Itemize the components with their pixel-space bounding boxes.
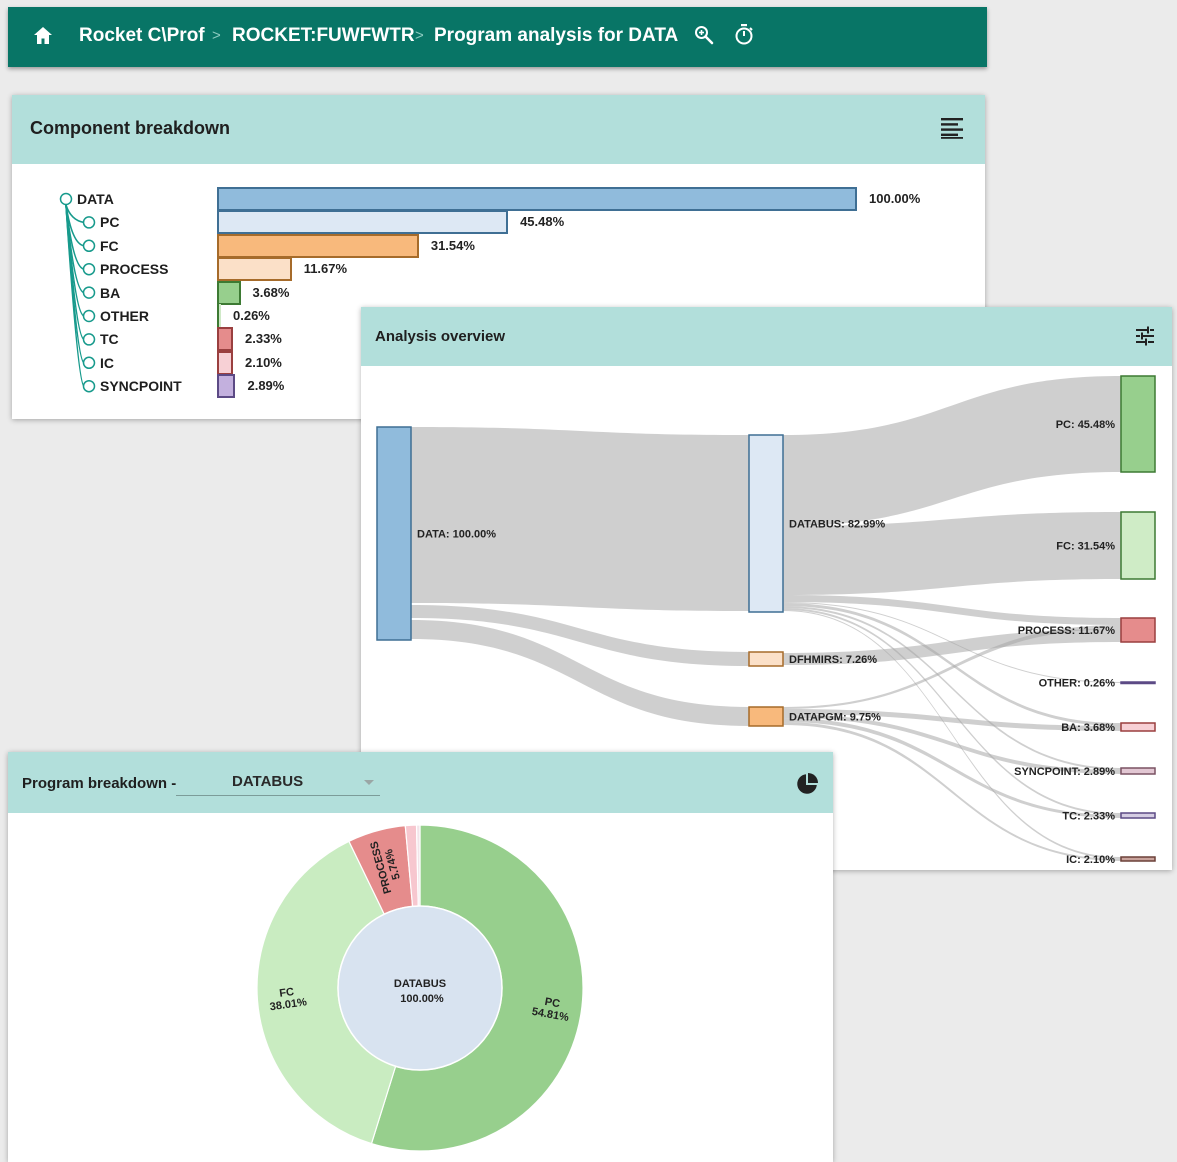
sankey-node-label: SYNCPOINT: 2.89% [1014, 766, 1115, 778]
tree-node-toggle[interactable] [59, 192, 73, 206]
sankey-node-label: DATAPGM: 9.75% [789, 712, 881, 724]
tree-node-toggle[interactable] [82, 216, 96, 229]
sankey-node[interactable] [1120, 681, 1156, 685]
search-zoom-icon[interactable] [694, 25, 714, 45]
component-bar-value: 100.00% [869, 191, 921, 206]
sankey-node[interactable] [748, 651, 784, 667]
sankey-node-label: OTHER: 0.26% [1039, 678, 1116, 690]
sankey-node-label: PC: 45.48% [1056, 419, 1116, 431]
sankey-node[interactable] [748, 434, 784, 613]
stopwatch-icon[interactable] [734, 23, 754, 46]
component-bar[interactable] [217, 280, 241, 305]
donut-center-name: DATABUS [394, 978, 446, 990]
component-bar[interactable] [217, 350, 233, 375]
home-icon[interactable] [33, 26, 53, 45]
tree-node-label[interactable]: BA [100, 285, 120, 301]
breadcrumb-item-root[interactable]: Rocket C\Prof [79, 7, 205, 65]
component-bar[interactable] [217, 374, 236, 399]
panel-header: Analysis overview [361, 307, 1172, 366]
tree-node-toggle[interactable] [82, 309, 96, 323]
align-list-icon[interactable] [940, 117, 964, 139]
tree-node-label[interactable]: PROCESS [100, 261, 168, 277]
tree-node-label[interactable]: PC [100, 214, 119, 230]
component-bar[interactable] [217, 210, 509, 235]
sankey-node[interactable] [1120, 617, 1156, 643]
sankey-node[interactable] [1120, 767, 1156, 775]
sankey-link[interactable] [783, 376, 1121, 526]
tree-node-toggle[interactable] [82, 262, 96, 276]
program-breakdown-panel: Program breakdown - DATABUS PC 54.81% FC 38… [8, 752, 833, 1162]
sankey-node-label: PROCESS: 11.67% [1018, 625, 1115, 637]
component-bar[interactable] [217, 187, 857, 211]
component-bar[interactable] [217, 304, 221, 328]
component-bar[interactable] [217, 233, 419, 258]
tree-node-label[interactable]: OTHER [100, 308, 149, 324]
component-bar-value: 2.10% [245, 354, 282, 370]
sankey-node-label: DATABUS: 82.99% [789, 519, 885, 531]
breadcrumb-separator: > [415, 27, 424, 44]
component-bar-value: 45.48% [520, 214, 565, 230]
pie-chart-icon[interactable] [796, 773, 818, 795]
chevron-down-icon [364, 780, 374, 785]
sankey-node-label: FC: 31.54% [1056, 541, 1115, 553]
tree-node-toggle[interactable] [82, 239, 96, 253]
tree-node-label[interactable]: SYNCPOINT [100, 378, 182, 394]
component-bar-value: 2.89% [247, 378, 285, 394]
sankey-node[interactable] [1120, 722, 1156, 732]
tree-node-label[interactable]: IC [100, 355, 114, 371]
sankey-node-label: TC: 2.33% [1062, 811, 1115, 823]
sankey-node[interactable] [1120, 375, 1156, 473]
tree-node-toggle[interactable] [82, 286, 96, 299]
sankey-node[interactable] [1120, 511, 1156, 580]
tree-node-label[interactable]: FC [100, 238, 119, 254]
panel-header: Program breakdown - DATABUS [8, 752, 833, 813]
panel-title: Analysis overview [375, 328, 506, 345]
component-bar-value: 2.33% [245, 331, 282, 347]
sankey-node[interactable] [1120, 812, 1156, 819]
component-bar-value: 31.54% [430, 237, 475, 253]
component-bar[interactable] [217, 327, 233, 352]
panel-title: Program breakdown - [22, 775, 177, 792]
page-title: Program analysis for DATA [434, 25, 679, 46]
tune-sliders-icon[interactable] [1135, 326, 1155, 346]
top-app-bar: Rocket C\Prof > ROCKET:FUWFWTR > Program… [8, 7, 987, 67]
donut-chart: PC54.81%FC38.01%PROCESS5.74%DATABUS100.0… [256, 824, 584, 1152]
sankey-node[interactable] [748, 706, 784, 727]
tree-node-toggle[interactable] [82, 333, 96, 346]
program-select-value: DATABUS [232, 773, 304, 790]
sankey-node-label: BA: 3.68% [1061, 722, 1115, 734]
donut-center-value: 100.00% [400, 993, 444, 1005]
breadcrumb-item-system[interactable]: ROCKET:FUWFWTR [232, 7, 415, 65]
tree-node-label[interactable]: DATA [77, 191, 114, 207]
tree-node-toggle[interactable] [82, 356, 96, 370]
program-select[interactable]: DATABUS [176, 770, 380, 796]
component-bar[interactable] [217, 257, 292, 282]
sankey-link[interactable] [411, 427, 749, 611]
breadcrumb-separator: > [212, 27, 221, 44]
tree-node-label[interactable]: TC [100, 331, 119, 347]
sankey-node-label: IC: 2.10% [1066, 854, 1115, 866]
component-bar-value: 3.68% [252, 284, 290, 300]
sankey-node[interactable] [376, 426, 412, 641]
component-bar-value: 11.67% [303, 261, 348, 277]
sankey-node-label: DATA: 100.00% [417, 529, 496, 541]
tree-node-toggle[interactable] [82, 379, 96, 393]
sankey-node[interactable] [1120, 856, 1156, 862]
component-bar-value: 0.26% [233, 308, 270, 323]
sankey-node-label: DFHMIRS: 7.26% [789, 654, 877, 666]
